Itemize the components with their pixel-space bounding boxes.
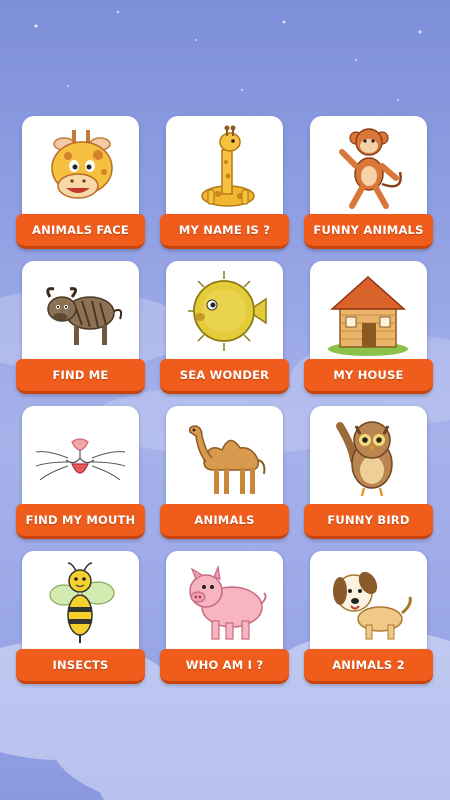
card-banner: FUNNY BIRD [304,504,433,539]
menu-card-my-house[interactable]: MY HOUSE [304,261,433,394]
menu-card-my-name-is[interactable]: MY NAME IS ? [160,116,289,249]
house-icon [328,275,408,356]
card-banner: FIND ME [16,359,145,394]
card-banner: ANIMALS [160,504,289,539]
menu-card-animals[interactable]: ANIMALS [160,406,289,539]
card-banner: WHO AM I ? [160,649,289,684]
menu-card-funny-bird[interactable]: FUNNY BIRD [304,406,433,539]
card-label: INSECTS [52,658,109,672]
card-label: MY NAME IS ? [178,223,271,237]
menu-card-find-me[interactable]: FIND ME [16,261,145,394]
wildebeest-icon [46,287,123,345]
card-label: ANIMALS [194,513,255,527]
card-banner: ANIMALS FACE [16,214,145,249]
camel-icon [188,425,266,494]
card-label: SEA WONDER [179,368,270,382]
card-banner: FUNNY ANIMALS [304,214,433,249]
card-label: MY HOUSE [333,368,404,382]
menu-card-animals-2[interactable]: ANIMALS 2 [304,551,433,684]
card-banner: SEA WONDER [160,359,289,394]
card-banner: MY HOUSE [304,359,433,394]
puppy-icon [333,571,412,640]
card-label: ANIMALS 2 [332,658,405,672]
card-label: FIND MY MOUTH [25,513,136,527]
card-banner: FIND MY MOUTH [16,504,145,539]
card-label: WHO AM I ? [185,658,264,672]
card-banner: MY NAME IS ? [160,214,289,249]
card-banner: INSECTS [16,649,145,684]
menu-card-sea-wonder[interactable]: SEA WONDER [160,261,289,394]
pufferfish-icon [188,271,267,351]
owl-icon [336,421,393,497]
card-label: FIND ME [52,368,109,382]
menu-card-find-my-mouth[interactable]: FIND MY MOUTH [16,406,145,539]
card-label: ANIMALS FACE [32,223,129,237]
menu-card-animals-face[interactable]: ANIMALS FACE [16,116,145,249]
menu-card-who-am-i[interactable]: WHO AM I ? [160,551,289,684]
card-label: FUNNY BIRD [327,513,410,527]
card-label: FUNNY ANIMALS [313,223,424,237]
menu-card-funny-animals[interactable]: FUNNY ANIMALS [304,116,433,249]
card-banner: ANIMALS 2 [304,649,433,684]
pig-icon [189,564,267,640]
mouth-whiskers-icon [35,438,126,481]
menu-grid: ANIMALS FACE MY NAME IS ? FUNNY ANIMALS … [16,116,433,684]
menu-card-insects[interactable]: INSECTS [16,551,145,684]
monkey-icon [339,128,402,209]
giraffe-face-icon [51,130,113,199]
bee-icon [49,562,115,643]
giraffe-toy-icon [201,125,255,207]
